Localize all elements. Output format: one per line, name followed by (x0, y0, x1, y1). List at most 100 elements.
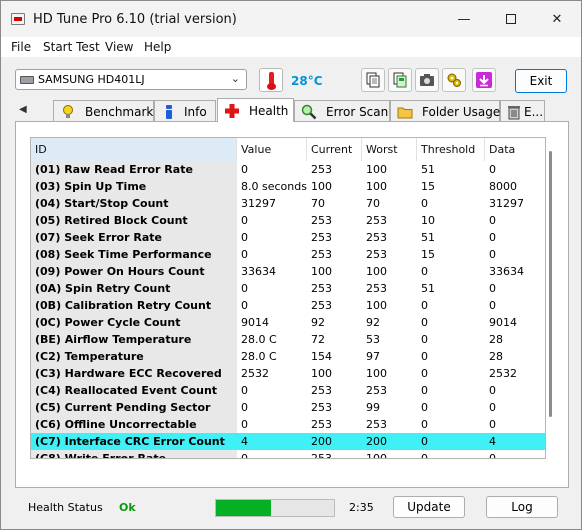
cell-current: 253 (311, 401, 332, 414)
cell-threshold: 0 (421, 367, 428, 380)
cell-worst: 200 (366, 435, 387, 448)
update-button[interactable]: Update (393, 496, 465, 518)
table-row[interactable]: (08) Seek Time Performance 0 253 253 15 0 (31, 246, 545, 263)
maximize-icon (506, 14, 516, 24)
table-row[interactable]: (05) Retired Block Count 0 253 253 10 0 (31, 212, 545, 229)
cell-data: 4 (489, 435, 496, 448)
table-row[interactable]: (C7) Interface CRC Error Count 4 200 200 0 4 (31, 433, 545, 450)
table-row[interactable]: (07) Seek Error Rate 0 253 253 51 0 (31, 229, 545, 246)
table-row[interactable]: (01) Raw Read Error Rate 0 253 100 51 0 (31, 161, 545, 178)
cell-current: 253 (311, 163, 332, 176)
cell-id: (C5) Current Pending Sector (31, 399, 237, 416)
options-button[interactable] (442, 68, 466, 92)
cell-data: 9014 (489, 316, 517, 329)
cell-worst: 253 (366, 384, 387, 397)
tab-benchmark[interactable]: Benchmark (53, 100, 154, 122)
cell-id: (0B) Calibration Retry Count (31, 297, 237, 314)
vertical-scrollbar[interactable] (546, 137, 560, 459)
cell-worst: 100 (366, 367, 387, 380)
column-header-id[interactable]: ID (31, 138, 237, 161)
tab-error-scan[interactable]: Error Scan (294, 100, 390, 122)
cell-data: 0 (489, 452, 496, 459)
table-row[interactable]: (0A) Spin Retry Count 0 253 253 51 0 (31, 280, 545, 297)
thermometer-icon (259, 68, 283, 92)
cell-value: 0 (241, 231, 248, 244)
table-row[interactable]: (04) Start/Stop Count 31297 70 70 0 31297 (31, 195, 545, 212)
tab-health[interactable]: Health (217, 98, 294, 122)
table-row[interactable]: (C5) Current Pending Sector 0 253 99 0 0 (31, 399, 545, 416)
cell-value: 28.0 C (241, 350, 277, 363)
cell-current: 253 (311, 384, 332, 397)
scrollbar-thumb[interactable] (549, 151, 552, 417)
table-row[interactable]: (C6) Offline Uncorrectable 0 253 253 0 0 (31, 416, 545, 433)
cell-current: 92 (311, 316, 325, 329)
table-row[interactable]: (C8) Write Error Rate 0 253 100 0 0 (31, 450, 545, 459)
cell-id: (C8) Write Error Rate (31, 450, 237, 458)
cell-current: 253 (311, 299, 332, 312)
table-row[interactable]: (BE) Airflow Temperature 28.0 C 72 53 0 28 (31, 331, 545, 348)
tab-erase[interactable]: E... (500, 100, 545, 122)
table-row[interactable]: (09) Power On Hours Count 33634 100 100 0 336… (31, 263, 545, 280)
cell-worst: 100 (366, 163, 387, 176)
drive-name: SAMSUNG HD401LJ (38, 73, 145, 86)
log-button[interactable]: Log (486, 496, 558, 518)
cell-data: 0 (489, 384, 496, 397)
cell-id: (BE) Airflow Temperature (31, 331, 237, 348)
copy-button[interactable] (361, 68, 385, 92)
cell-value: 2532 (241, 367, 269, 380)
cell-worst: 53 (366, 333, 380, 346)
table-row[interactable]: (0B) Calibration Retry Count 0 253 100 0 0 (31, 297, 545, 314)
column-header-threshold[interactable]: Threshold (417, 138, 485, 161)
close-button[interactable]: ✕ (534, 1, 580, 37)
table-row[interactable]: (03) Spin Up Time 8.0 seconds 100 100 15 8000 (31, 178, 545, 195)
exit-button[interactable]: Exit (515, 69, 567, 93)
health-panel: ID Value Current Worst Threshold Data (01) Ra… (15, 121, 569, 488)
menu-view[interactable]: View (105, 40, 133, 54)
smart-attribute-list[interactable]: ID Value Current Worst Threshold Data (01) Ra… (30, 137, 546, 459)
column-header-worst[interactable]: Worst (362, 138, 417, 161)
column-header-current[interactable]: Current (307, 138, 362, 161)
cell-threshold: 0 (421, 384, 428, 397)
table-row[interactable]: (C4) Reallocated Event Count 0 253 253 0 0 (31, 382, 545, 399)
cell-value: 0 (241, 384, 248, 397)
minimize-button[interactable]: — (441, 1, 487, 37)
tab-folder-usage[interactable]: Folder Usage (390, 100, 500, 122)
cell-threshold: 0 (421, 316, 428, 329)
cell-threshold: 0 (421, 350, 428, 363)
download-button[interactable] (472, 68, 496, 92)
tab-label: Benchmark (85, 105, 154, 119)
cell-value: 0 (241, 282, 248, 295)
cell-value: 0 (241, 418, 248, 431)
cell-current: 253 (311, 282, 332, 295)
drive-select[interactable]: SAMSUNG HD401LJ ⌄ (15, 69, 247, 90)
tab-label: Info (184, 105, 207, 119)
column-header-data[interactable]: Data (485, 138, 545, 161)
cell-id: (C6) Offline Uncorrectable (31, 416, 237, 433)
cell-id: (05) Retired Block Count (31, 212, 237, 229)
cell-current: 154 (311, 350, 332, 363)
cell-worst: 100 (366, 265, 387, 278)
cell-data: 28 (489, 333, 503, 346)
tab-info[interactable]: Info (154, 100, 216, 122)
cell-value: 0 (241, 248, 248, 261)
table-row[interactable]: (C3) Hardware ECC Recovered 2532 100 100 0 25… (31, 365, 545, 382)
temperature-readout: 28°C (291, 74, 323, 88)
column-header-value[interactable]: Value (237, 138, 307, 161)
cell-threshold: 51 (421, 231, 435, 244)
menu-start-test[interactable]: Start Test (43, 40, 100, 54)
table-row[interactable]: (C2) Temperature 28.0 C 154 97 0 28 (31, 348, 545, 365)
cell-worst: 70 (366, 197, 380, 210)
cell-data: 2532 (489, 367, 517, 380)
menu-file[interactable]: File (11, 40, 31, 54)
maximize-button[interactable] (488, 1, 534, 37)
cell-data: 0 (489, 231, 496, 244)
tab-scroll-left-icon[interactable]: ◀ (19, 104, 27, 115)
cell-value: 31297 (241, 197, 276, 210)
health-status-value: Ok (119, 501, 136, 514)
screenshot-button[interactable] (415, 68, 439, 92)
cell-threshold: 51 (421, 163, 435, 176)
menu-help[interactable]: Help (144, 40, 171, 54)
table-row[interactable]: (0C) Power Cycle Count 9014 92 92 0 9014 (31, 314, 545, 331)
save-button[interactable] (388, 68, 412, 92)
cell-id: (03) Spin Up Time (31, 178, 237, 195)
